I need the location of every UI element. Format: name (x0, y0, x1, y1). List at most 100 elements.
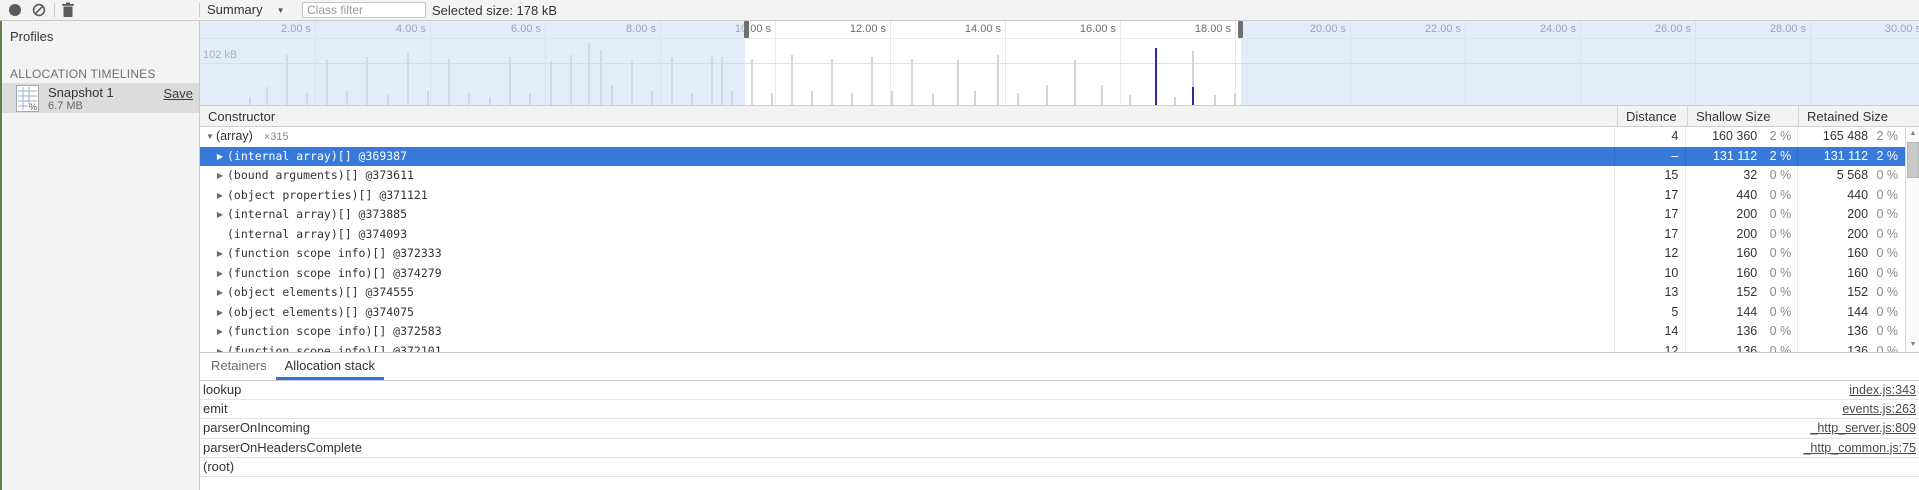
grid-header: Constructor Distance Shallow Size Retain… (200, 106, 1919, 127)
shallow-size-percent: 0 % (1757, 303, 1798, 323)
constructor-name: (object properties)[] @371121 (227, 188, 428, 202)
retained-size-percent: 0 % (1868, 205, 1905, 225)
distance-cell: 5 (1615, 303, 1686, 323)
grid-vertical-scrollbar[interactable]: ▲ ▼ (1905, 127, 1919, 352)
collapse-arrow-icon[interactable]: ▼ (205, 127, 215, 147)
grid-row[interactable]: ▶(function scope info)[] @374279101600 %… (200, 264, 1905, 284)
column-header-retained-size[interactable]: Retained Size (1799, 106, 1919, 126)
shallow-size-percent: 2 % (1757, 147, 1798, 167)
stack-frame-row[interactable]: emitevents.js:263 (200, 400, 1919, 419)
allocation-bar-freed (791, 55, 793, 105)
grid-row[interactable]: ▶(bound arguments)[] @37361115320 %5 568… (200, 166, 1905, 186)
distance-cell: 15 (1615, 166, 1686, 186)
expand-arrow-icon[interactable]: ▶ (215, 244, 225, 264)
class-filter-input[interactable] (302, 2, 426, 18)
constructor-cell: ▼(array)×315 (200, 127, 1615, 147)
grid-row[interactable]: ▶(internal array)[] @369387–131 1122 %13… (200, 147, 1905, 167)
expand-arrow-icon[interactable]: ▶ (215, 322, 225, 342)
toolbar-separator (54, 3, 55, 17)
allocation-bar-freed (831, 59, 833, 105)
clear-all-profiles-button[interactable] (32, 3, 46, 17)
retained-size-percent: 0 % (1868, 322, 1905, 342)
allocation-bar-freed (1101, 85, 1103, 105)
grid-row[interactable]: ▶(internal array)[] @373885172000 %2000 … (200, 205, 1905, 225)
delete-profile-button[interactable] (61, 2, 75, 18)
expand-arrow-icon[interactable]: ▶ (215, 264, 225, 284)
scrollbar-down-arrow[interactable]: ▼ (1906, 339, 1919, 351)
column-header-constructor[interactable]: Constructor (200, 106, 1618, 126)
tab-retainers[interactable]: Retainers (202, 353, 276, 380)
distance-cell: 13 (1615, 283, 1686, 303)
selection-handle-left[interactable] (744, 21, 749, 38)
grid-row[interactable]: (internal array)[] @374093172000 %2000 % (200, 225, 1905, 245)
toolbar-separator (199, 3, 200, 17)
grid-row[interactable]: ▶(object properties)[] @371121174400 %44… (200, 186, 1905, 206)
expand-arrow-icon[interactable]: ▶ (215, 147, 225, 167)
shallow-size-value: 144 (1686, 303, 1757, 323)
column-header-shallow-size[interactable]: Shallow Size (1688, 106, 1799, 126)
frame-source-link[interactable]: index.js:343 (1849, 381, 1916, 399)
expand-arrow-icon[interactable]: ▶ (215, 205, 225, 225)
retained-size-value: 136 (1798, 322, 1868, 342)
constructor-name: (internal array)[] @373885 (227, 207, 407, 221)
grid-row[interactable]: ▶(object elements)[] @37407551440 %1440 … (200, 303, 1905, 323)
record-button[interactable] (9, 4, 21, 16)
stack-frame-row[interactable]: (root) (200, 458, 1919, 477)
chevron-down-icon: ▼ (277, 1, 285, 21)
grid-row[interactable]: ▶(function scope info)[] @372583141360 %… (200, 322, 1905, 342)
instance-count-badge: ×315 (264, 131, 289, 143)
expand-arrow-icon[interactable]: ▶ (215, 283, 225, 303)
distance-cell: 12 (1615, 342, 1686, 353)
grid-row[interactable]: ▶(function scope info)[] @372333121600 %… (200, 244, 1905, 264)
grid-row[interactable]: ▼(array)×3154160 3602 %165 4882 % (200, 127, 1905, 147)
scrollbar-up-arrow[interactable]: ▲ (1906, 128, 1919, 140)
retained-size-percent: 0 % (1868, 186, 1905, 206)
tab-allocation-stack[interactable]: Allocation stack (276, 353, 384, 380)
expand-arrow-icon[interactable]: ▶ (215, 166, 225, 186)
constructor-name: (internal array)[] @374093 (227, 227, 407, 241)
shallow-size-value: 131 112 (1686, 147, 1757, 167)
allocation-bar-freed (932, 93, 934, 105)
stack-frame-row[interactable]: parserOnHeadersComplete_http_common.js:7… (200, 439, 1919, 458)
expand-arrow-icon[interactable]: ▶ (215, 342, 225, 353)
allocation-bar-freed (871, 57, 873, 105)
shallow-size-value: 136 (1686, 322, 1757, 342)
constructor-cell: ▶(bound arguments)[] @373611 (200, 166, 1615, 186)
distance-cell: 14 (1615, 322, 1686, 342)
distance-cell: 17 (1615, 186, 1686, 206)
sidebar-item-snapshot-1[interactable]: % Snapshot 1 6.7 MB Save (2, 83, 199, 113)
allocation-bar-freed (851, 93, 853, 105)
stack-frame-row[interactable]: parserOnIncoming_http_server.js:809 (200, 419, 1919, 438)
constructor-cell: ▶(internal array)[] @373885 (200, 205, 1615, 225)
save-link[interactable]: Save (163, 86, 193, 101)
retained-size-percent: 0 % (1868, 342, 1905, 353)
frame-source-link[interactable]: events.js:263 (1842, 400, 1916, 418)
retained-size-percent: 0 % (1868, 225, 1905, 245)
shallow-size-value: 136 (1686, 342, 1757, 353)
frame-source-link[interactable]: _http_server.js:809 (1810, 419, 1916, 437)
allocation-timeline-overview[interactable]: 102 kB 2.00 s4.00 s6.00 s8.00 s10.00 s12… (200, 21, 1919, 106)
expand-arrow-icon[interactable]: ▶ (215, 303, 225, 323)
selection-handle-right[interactable] (1238, 21, 1243, 38)
trash-icon (61, 2, 75, 18)
constructor-cell: ▶(object elements)[] @374555 (200, 283, 1615, 303)
timeline-tick-label: 12.00 s (808, 21, 886, 38)
allocation-bar-freed (1234, 93, 1236, 105)
constructor-cell: ▶(function scope info)[] @372101 (200, 342, 1615, 353)
frame-source-link[interactable]: _http_common.js:75 (1803, 439, 1916, 457)
perspective-select[interactable]: Summary▼ (207, 0, 285, 20)
stack-frame-row[interactable]: lookupindex.js:343 (200, 381, 1919, 400)
column-header-distance[interactable]: Distance (1618, 106, 1688, 126)
grid-row[interactable]: ▶(object elements)[] @374555131520 %1520… (200, 283, 1905, 303)
scrollbar-thumb[interactable] (1907, 142, 1919, 178)
allocation-bar-freed (1174, 97, 1176, 105)
allocation-bar-freed (1214, 95, 1216, 105)
expand-arrow-icon[interactable]: ▶ (215, 186, 225, 206)
distance-cell: 12 (1615, 244, 1686, 264)
allocation-bar-freed (911, 59, 913, 105)
grid-row[interactable]: ▶(function scope info)[] @37210112136 0 %… (200, 342, 1905, 353)
constructor-name: (object elements)[] @374075 (227, 305, 414, 319)
shallow-size-value: 200 (1686, 225, 1757, 245)
allocation-bar-freed (891, 91, 893, 105)
snapshot-title: Snapshot 1 (48, 85, 114, 100)
